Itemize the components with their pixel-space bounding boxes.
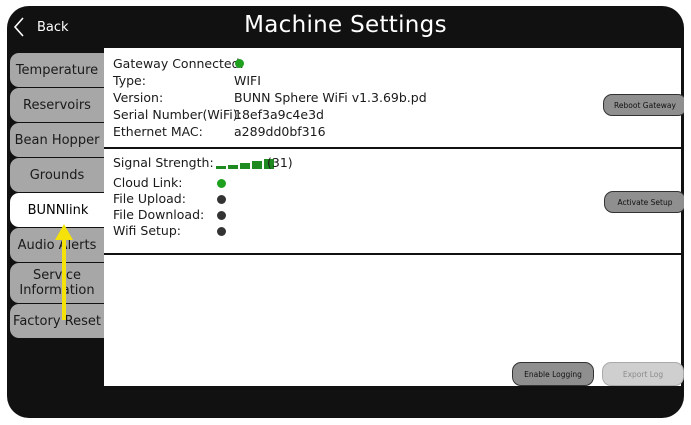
type-label: Type:: [113, 73, 146, 88]
tab-bean-hopper[interactable]: Bean Hopper: [10, 123, 104, 157]
signal-bar: [228, 165, 238, 169]
type-value: WIFI: [234, 73, 261, 88]
enable-logging-button[interactable]: Enable Logging: [512, 362, 594, 386]
reboot-gateway-button[interactable]: Reboot Gateway: [603, 94, 684, 116]
signal-strength-label: Signal Strength:: [113, 155, 214, 170]
arrow-up-icon: [55, 224, 73, 320]
cloud-link-dot: [217, 179, 226, 188]
mac-label: Ethernet MAC:: [113, 124, 203, 139]
section-divider: [104, 147, 681, 149]
section-divider: [104, 253, 681, 255]
file-upload-dot: [217, 195, 226, 204]
signal-strength-value: (31): [267, 155, 293, 170]
version-label: Version:: [113, 90, 164, 105]
signal-bar: [216, 166, 226, 169]
version-value: BUNN Sphere WiFi v1.3.69b.pd: [234, 90, 427, 105]
activate-setup-button[interactable]: Activate Setup: [604, 191, 684, 213]
tab-bunnlink[interactable]: BUNNlink: [10, 193, 106, 227]
mac-value: a289dd0bf316: [234, 124, 326, 139]
signal-bar: [240, 163, 250, 169]
file-download-label: File Download:: [113, 207, 205, 222]
gateway-connected-label: Gateway Connected:: [113, 56, 244, 71]
tablet-screen: Back Machine Settings Temperature Reserv…: [7, 6, 684, 418]
file-download-dot: [217, 211, 226, 220]
cloud-link-label: Cloud Link:: [113, 175, 183, 190]
signal-bar: [252, 161, 262, 169]
gateway-status-dot: [235, 59, 244, 68]
file-upload-label: File Upload:: [113, 191, 186, 206]
tab-grounds[interactable]: Grounds: [10, 158, 104, 192]
serial-label: Serial Number(WiFi):: [113, 107, 242, 122]
tab-temperature[interactable]: Temperature: [10, 53, 104, 87]
settings-panel: Gateway Connected: Type: WIFI Version: B…: [104, 48, 684, 386]
page-title: Machine Settings: [244, 12, 447, 38]
wifi-setup-dot: [217, 227, 226, 236]
serial-value: 18ef3a9c4e3d: [234, 107, 324, 122]
tab-reservoirs[interactable]: Reservoirs: [10, 88, 104, 122]
export-log-button[interactable]: Export Log: [602, 362, 684, 386]
wifi-setup-label: Wifi Setup:: [113, 223, 181, 238]
signal-strength-bars: [216, 159, 274, 169]
